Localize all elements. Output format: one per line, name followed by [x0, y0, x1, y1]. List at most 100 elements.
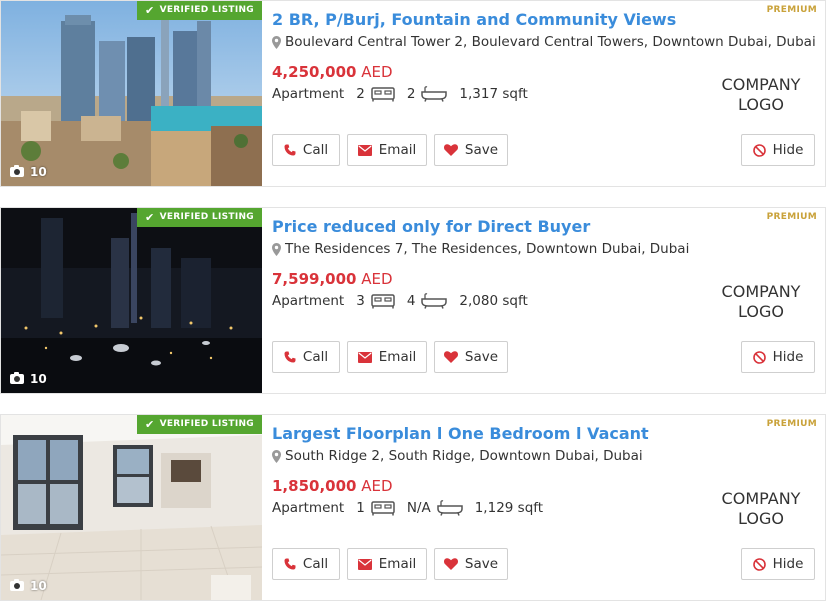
call-label: Call	[302, 556, 329, 572]
call-button[interactable]: Call	[272, 548, 340, 580]
listing-card[interactable]: ✔ VERIFIED LISTING 10 2 BR, P/Burj, Foun…	[0, 0, 826, 187]
email-label: Email	[378, 556, 417, 572]
photo-count[interactable]: 10	[10, 579, 47, 593]
bathtub-icon	[421, 293, 448, 309]
photo-count-value: 10	[30, 165, 47, 179]
photo-count[interactable]: 10	[10, 372, 47, 386]
listing-card[interactable]: ✔ VERIFIED LISTING 10 Largest Floorplan …	[0, 414, 826, 601]
map-pin-icon	[272, 242, 281, 256]
save-button[interactable]: Save	[434, 341, 508, 373]
listing-specs: Apartment 2 2 1,317 sqft	[272, 86, 528, 102]
listing-address: The Residences 7, The Residences, Downto…	[272, 241, 689, 257]
listing-photo[interactable]: ✔ VERIFIED LISTING 10	[1, 415, 262, 600]
listing-specs: Apartment 3 4 2,080 sqft	[272, 293, 528, 309]
envelope-icon	[357, 558, 372, 570]
map-pin-icon	[272, 449, 281, 463]
company-logo[interactable]: COMPANY LOGO	[691, 75, 826, 115]
envelope-icon	[357, 144, 372, 156]
photo-count[interactable]: 10	[10, 165, 47, 179]
logo-line-1: COMPANY	[721, 282, 801, 301]
email-button[interactable]: Email	[347, 548, 427, 580]
verified-label: VERIFIED LISTING	[159, 5, 254, 15]
area-value: 1,317 sqft	[459, 86, 528, 102]
price-amount: 7,599,000	[272, 270, 357, 288]
verified-badge: ✔ VERIFIED LISTING	[137, 1, 262, 20]
premium-badge: PREMIUM	[766, 419, 817, 429]
ban-icon	[752, 143, 766, 157]
ban-icon	[752, 350, 766, 364]
price-amount: 1,850,000	[272, 477, 357, 495]
bathtub-icon	[421, 86, 448, 102]
listing-price: 4,250,000 AED	[272, 63, 393, 81]
photo-city-day	[1, 1, 262, 186]
ban-icon	[752, 557, 766, 571]
call-label: Call	[302, 349, 329, 365]
bedrooms-count: 1	[356, 500, 365, 516]
listing-photo[interactable]: ✔ VERIFIED LISTING 10	[1, 1, 262, 186]
bedrooms-count: 3	[356, 293, 365, 309]
camera-icon	[10, 165, 24, 177]
heart-icon	[443, 144, 458, 156]
premium-badge: PREMIUM	[766, 5, 817, 15]
logo-line-2: LOGO	[738, 95, 784, 114]
save-button[interactable]: Save	[434, 548, 508, 580]
listing-title[interactable]: 2 BR, P/Burj, Fountain and Community Vie…	[272, 10, 676, 29]
company-logo[interactable]: COMPANY LOGO	[691, 282, 826, 322]
property-type: Apartment	[272, 86, 345, 102]
listing-card[interactable]: ✔ VERIFIED LISTING 10 Price reduced only…	[0, 207, 826, 394]
listing-title[interactable]: Price reduced only for Direct Buyer	[272, 217, 590, 236]
property-type: Apartment	[272, 500, 345, 516]
listing-title[interactable]: Largest Floorplan l One Bedroom l Vacant	[272, 424, 649, 443]
price-currency: AED	[361, 63, 393, 81]
bedrooms-count: 2	[356, 86, 365, 102]
verified-label: VERIFIED LISTING	[159, 419, 254, 429]
save-button[interactable]: Save	[434, 134, 508, 166]
photo-count-value: 10	[30, 372, 47, 386]
envelope-icon	[357, 351, 372, 363]
email-button[interactable]: Email	[347, 134, 427, 166]
listing-address: Boulevard Central Tower 2, Boulevard Cen…	[272, 34, 816, 50]
call-label: Call	[302, 142, 329, 158]
listing-price: 1,850,000 AED	[272, 477, 393, 495]
heart-icon	[443, 558, 458, 570]
check-icon: ✔	[145, 4, 155, 17]
phone-icon	[284, 558, 296, 570]
verified-label: VERIFIED LISTING	[159, 212, 254, 222]
bathrooms-count: 4	[406, 293, 416, 309]
check-icon: ✔	[145, 211, 155, 224]
save-label: Save	[464, 349, 499, 365]
area-value: 1,129 sqft	[474, 500, 544, 516]
camera-icon	[10, 372, 24, 384]
price-currency: AED	[361, 477, 393, 495]
premium-badge: PREMIUM	[766, 212, 817, 222]
camera-icon	[10, 579, 24, 591]
address-text: The Residences 7, The Residences, Downto…	[285, 241, 690, 257]
area-value: 2,080 sqft	[459, 293, 528, 309]
hide-button[interactable]: Hide	[741, 134, 815, 166]
bed-icon	[371, 501, 395, 516]
logo-line-1: COMPANY	[721, 489, 801, 508]
listing-specs: Apartment 1 N/A 1,129 sqft	[272, 500, 543, 516]
hide-button[interactable]: Hide	[741, 341, 815, 373]
hide-label: Hide	[772, 556, 804, 572]
price-currency: AED	[361, 270, 393, 288]
listing-address: South Ridge 2, South Ridge, Downtown Dub…	[272, 448, 643, 464]
hide-label: Hide	[772, 142, 804, 158]
logo-line-2: LOGO	[738, 509, 784, 528]
phone-icon	[284, 144, 296, 156]
verified-badge: ✔ VERIFIED LISTING	[137, 415, 262, 434]
property-type: Apartment	[272, 293, 345, 309]
price-amount: 4,250,000	[272, 63, 357, 81]
logo-line-2: LOGO	[738, 302, 784, 321]
hide-button[interactable]: Hide	[741, 548, 815, 580]
phone-icon	[284, 351, 296, 363]
listing-photo[interactable]: ✔ VERIFIED LISTING 10	[1, 208, 262, 393]
check-icon: ✔	[145, 418, 155, 431]
map-pin-icon	[272, 35, 281, 49]
save-label: Save	[464, 142, 499, 158]
email-button[interactable]: Email	[347, 341, 427, 373]
call-button[interactable]: Call	[272, 134, 340, 166]
call-button[interactable]: Call	[272, 341, 340, 373]
company-logo[interactable]: COMPANY LOGO	[691, 489, 826, 529]
logo-line-1: COMPANY	[721, 75, 801, 94]
